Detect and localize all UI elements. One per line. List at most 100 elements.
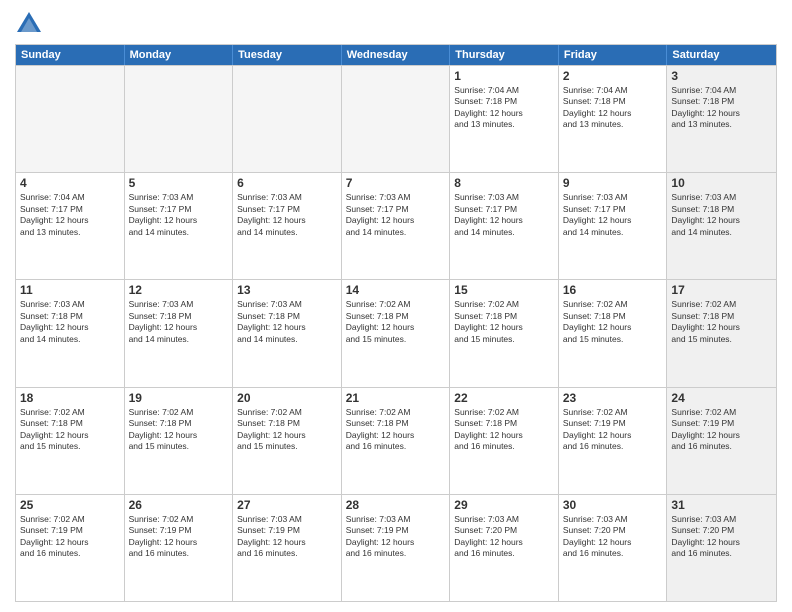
calendar-cell [125, 66, 234, 172]
day-info: Sunrise: 7:03 AM Sunset: 7:17 PM Dayligh… [346, 192, 446, 238]
day-info: Sunrise: 7:02 AM Sunset: 7:19 PM Dayligh… [671, 407, 772, 453]
week-row-3: 11 Sunrise: 7:03 AM Sunset: 7:18 PM Dayli… [16, 279, 776, 386]
day-info: Sunrise: 7:03 AM Sunset: 7:17 PM Dayligh… [129, 192, 229, 238]
day-number: 22 [454, 391, 554, 405]
day-number: 12 [129, 283, 229, 297]
day-info: Sunrise: 7:02 AM Sunset: 7:18 PM Dayligh… [346, 407, 446, 453]
calendar-cell: 15Sunrise: 7:02 AM Sunset: 7:18 PM Dayli… [450, 280, 559, 386]
header-day-friday: Friday [559, 45, 668, 65]
day-info: Sunrise: 7:03 AM Sunset: 7:18 PM Dayligh… [129, 299, 229, 345]
calendar-cell: 24 Sunrise: 7:02 AM Sunset: 7:19 PM Dayli… [667, 388, 776, 494]
header-day-saturday: Saturday [667, 45, 776, 65]
calendar-cell [16, 66, 125, 172]
header-day-wednesday: Wednesday [342, 45, 451, 65]
calendar-cell: 26 Sunrise: 7:02 AM Sunset: 7:19 PM Dayli… [125, 495, 234, 601]
day-number: 31 [671, 498, 772, 512]
day-number: 4 [20, 176, 120, 190]
calendar-cell: 28 Sunrise: 7:03 AM Sunset: 7:19 PM Dayli… [342, 495, 451, 601]
logo [15, 10, 47, 38]
calendar-cell: 5 Sunrise: 7:03 AM Sunset: 7:17 PM Daylig… [125, 173, 234, 279]
day-info: Sunrise: 7:02 AM Sunset: 7:19 PM Dayligh… [129, 514, 229, 560]
day-info: Sunrise: 7:02 AM Sunset: 7:18 PM Dayligh… [563, 299, 663, 345]
calendar-cell: 6 Sunrise: 7:03 AM Sunset: 7:17 PM Daylig… [233, 173, 342, 279]
day-number: 5 [129, 176, 229, 190]
day-number: 30 [563, 498, 663, 512]
day-number: 15 [454, 283, 554, 297]
calendar-cell: 16 Sunrise: 7:02 AM Sunset: 7:18 PM Dayli… [559, 280, 668, 386]
day-number: 16 [563, 283, 663, 297]
day-info: Sunrise: 7:03 AM Sunset: 7:18 PM Dayligh… [20, 299, 120, 345]
calendar: SundayMondayTuesdayWednesdayThursdayFrid… [15, 44, 777, 602]
header-day-sunday: Sunday [16, 45, 125, 65]
day-number: 29 [454, 498, 554, 512]
day-info: Sunrise: 7:04 AM Sunset: 7:18 PM Dayligh… [454, 85, 554, 131]
day-info: Sunrise: 7:02 AM Sunset: 7:18 PM Dayligh… [346, 299, 446, 345]
header [15, 10, 777, 38]
header-day-monday: Monday [125, 45, 234, 65]
week-row-5: 25 Sunrise: 7:02 AM Sunset: 7:19 PM Dayli… [16, 494, 776, 601]
calendar-cell: 29Sunrise: 7:03 AM Sunset: 7:20 PM Dayli… [450, 495, 559, 601]
day-info: Sunrise: 7:02 AM Sunset: 7:19 PM Dayligh… [20, 514, 120, 560]
calendar-cell: 4 Sunrise: 7:04 AM Sunset: 7:17 PM Daylig… [16, 173, 125, 279]
day-number: 13 [237, 283, 337, 297]
day-info: Sunrise: 7:04 AM Sunset: 7:17 PM Dayligh… [20, 192, 120, 238]
day-number: 24 [671, 391, 772, 405]
day-info: Sunrise: 7:03 AM Sunset: 7:17 PM Dayligh… [454, 192, 554, 238]
day-number: 23 [563, 391, 663, 405]
day-number: 26 [129, 498, 229, 512]
day-number: 7 [346, 176, 446, 190]
header-day-tuesday: Tuesday [233, 45, 342, 65]
calendar-cell: 3 Sunrise: 7:04 AM Sunset: 7:18 PM Daylig… [667, 66, 776, 172]
day-info: Sunrise: 7:02 AM Sunset: 7:18 PM Dayligh… [129, 407, 229, 453]
day-number: 6 [237, 176, 337, 190]
calendar-cell: 1 Sunrise: 7:04 AM Sunset: 7:18 PM Daylig… [450, 66, 559, 172]
day-info: Sunrise: 7:04 AM Sunset: 7:18 PM Dayligh… [671, 85, 772, 131]
calendar-cell: 17 Sunrise: 7:02 AM Sunset: 7:18 PM Dayli… [667, 280, 776, 386]
calendar-cell: 18Sunrise: 7:02 AM Sunset: 7:18 PM Dayli… [16, 388, 125, 494]
day-number: 3 [671, 69, 772, 83]
calendar-cell: 30 Sunrise: 7:03 AM Sunset: 7:20 PM Dayli… [559, 495, 668, 601]
calendar-cell: 13Sunrise: 7:03 AM Sunset: 7:18 PM Dayli… [233, 280, 342, 386]
day-info: Sunrise: 7:03 AM Sunset: 7:17 PM Dayligh… [237, 192, 337, 238]
calendar-cell: 22 Sunrise: 7:02 AM Sunset: 7:18 PM Dayli… [450, 388, 559, 494]
day-number: 17 [671, 283, 772, 297]
page: SundayMondayTuesdayWednesdayThursdayFrid… [0, 0, 792, 612]
calendar-cell: 9 Sunrise: 7:03 AM Sunset: 7:17 PM Daylig… [559, 173, 668, 279]
week-row-2: 4 Sunrise: 7:04 AM Sunset: 7:17 PM Daylig… [16, 172, 776, 279]
day-number: 8 [454, 176, 554, 190]
calendar-cell: 31 Sunrise: 7:03 AM Sunset: 7:20 PM Dayli… [667, 495, 776, 601]
day-info: Sunrise: 7:03 AM Sunset: 7:18 PM Dayligh… [671, 192, 772, 238]
day-number: 21 [346, 391, 446, 405]
day-info: Sunrise: 7:03 AM Sunset: 7:20 PM Dayligh… [671, 514, 772, 560]
day-number: 11 [20, 283, 120, 297]
day-number: 14 [346, 283, 446, 297]
day-info: Sunrise: 7:02 AM Sunset: 7:18 PM Dayligh… [671, 299, 772, 345]
calendar-cell: 19 Sunrise: 7:02 AM Sunset: 7:18 PM Dayli… [125, 388, 234, 494]
day-number: 27 [237, 498, 337, 512]
day-number: 9 [563, 176, 663, 190]
calendar-cell: 14 Sunrise: 7:02 AM Sunset: 7:18 PM Dayli… [342, 280, 451, 386]
day-info: Sunrise: 7:03 AM Sunset: 7:17 PM Dayligh… [563, 192, 663, 238]
calendar-header: SundayMondayTuesdayWednesdayThursdayFrid… [16, 45, 776, 65]
day-info: Sunrise: 7:02 AM Sunset: 7:18 PM Dayligh… [454, 407, 554, 453]
day-number: 28 [346, 498, 446, 512]
day-number: 10 [671, 176, 772, 190]
day-info: Sunrise: 7:02 AM Sunset: 7:18 PM Dayligh… [237, 407, 337, 453]
week-row-1: 1 Sunrise: 7:04 AM Sunset: 7:18 PM Daylig… [16, 65, 776, 172]
logo-icon [15, 10, 43, 38]
calendar-cell [233, 66, 342, 172]
calendar-cell: 7 Sunrise: 7:03 AM Sunset: 7:17 PM Daylig… [342, 173, 451, 279]
day-number: 25 [20, 498, 120, 512]
day-info: Sunrise: 7:02 AM Sunset: 7:18 PM Dayligh… [20, 407, 120, 453]
calendar-cell: 20Sunrise: 7:02 AM Sunset: 7:18 PM Dayli… [233, 388, 342, 494]
calendar-cell: 23Sunrise: 7:02 AM Sunset: 7:19 PM Dayli… [559, 388, 668, 494]
day-number: 2 [563, 69, 663, 83]
day-info: Sunrise: 7:03 AM Sunset: 7:19 PM Dayligh… [346, 514, 446, 560]
calendar-cell [342, 66, 451, 172]
day-number: 1 [454, 69, 554, 83]
day-number: 19 [129, 391, 229, 405]
day-info: Sunrise: 7:03 AM Sunset: 7:20 PM Dayligh… [563, 514, 663, 560]
calendar-cell: 27Sunrise: 7:03 AM Sunset: 7:19 PM Dayli… [233, 495, 342, 601]
calendar-cell: 10 Sunrise: 7:03 AM Sunset: 7:18 PM Dayli… [667, 173, 776, 279]
calendar-cell: 2Sunrise: 7:04 AM Sunset: 7:18 PM Daylig… [559, 66, 668, 172]
